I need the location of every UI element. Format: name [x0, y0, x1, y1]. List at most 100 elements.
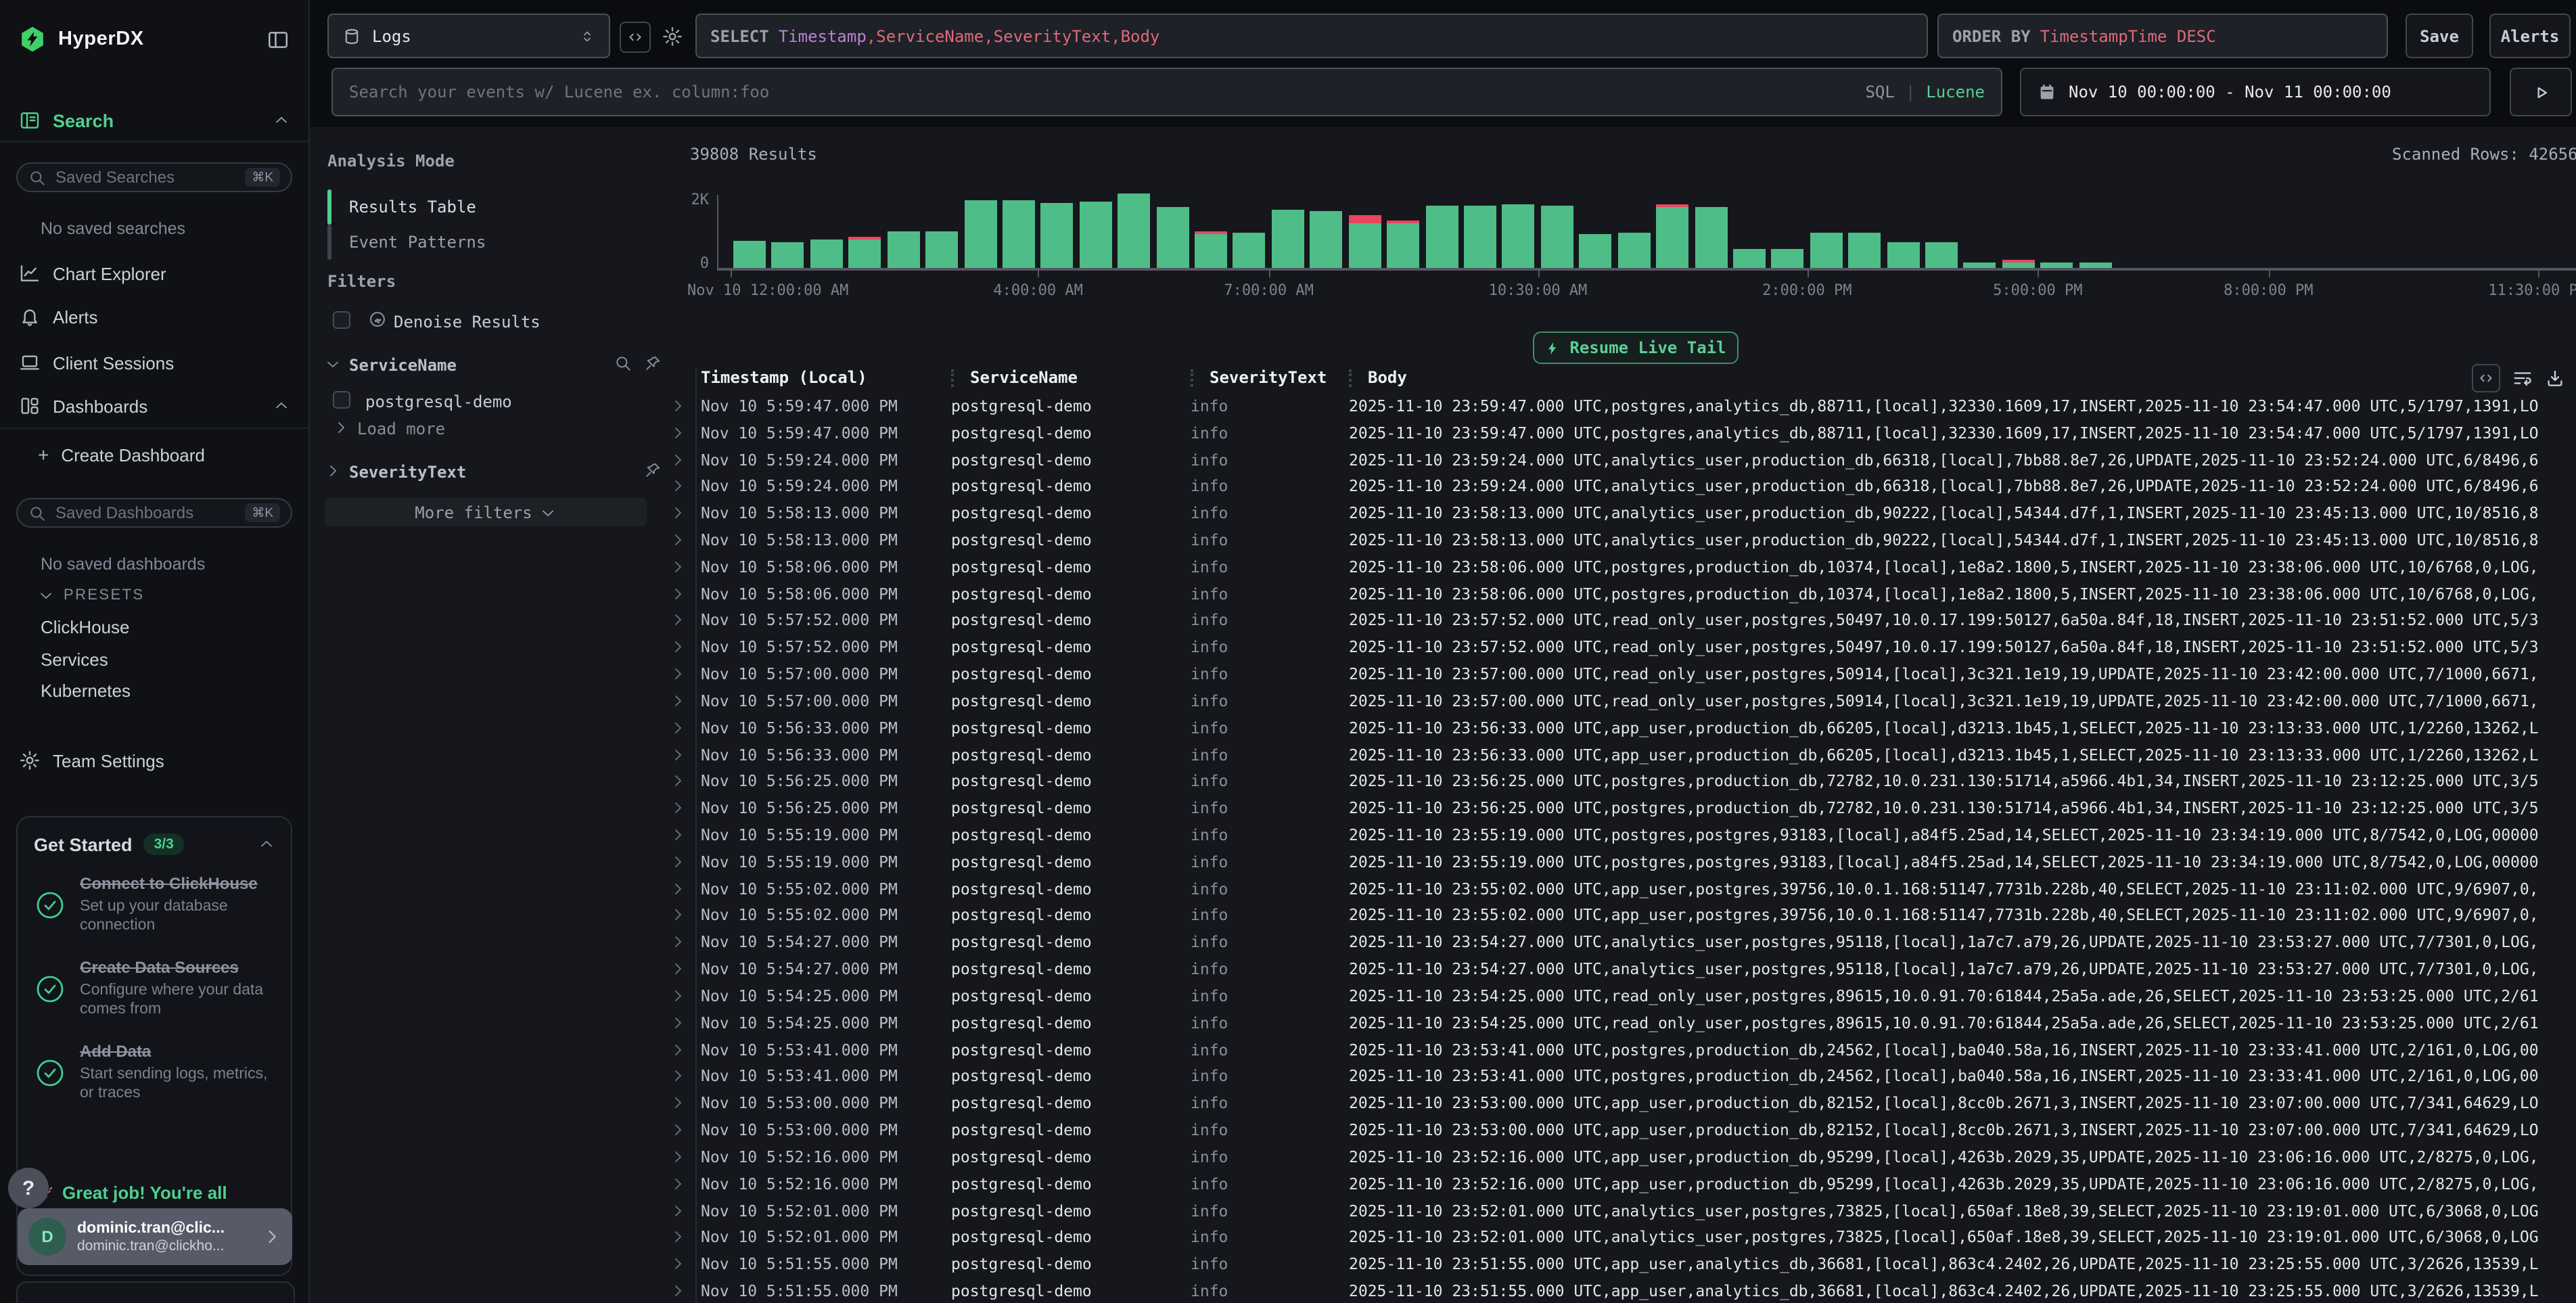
histogram-bar-error[interactable]: [2002, 260, 2035, 262]
log-row[interactable]: Nov 10 5:52:16.000 PMpostgresql-demoinfo…: [663, 1170, 2576, 1197]
log-row[interactable]: Nov 10 5:54:25.000 PMpostgresql-demoinfo…: [663, 1009, 2576, 1036]
log-row[interactable]: Nov 10 5:58:13.000 PMpostgresql-demoinfo…: [663, 526, 2576, 553]
load-more-button[interactable]: Load more: [357, 419, 445, 438]
filter-group-severitytext[interactable]: SeverityText: [349, 463, 466, 482]
chevron-up-icon[interactable]: [273, 398, 290, 414]
histogram-bar[interactable]: [849, 239, 881, 268]
help-button[interactable]: ?: [8, 1168, 49, 1208]
expand-row-icon[interactable]: [663, 773, 693, 790]
service-checkbox-postgresql-demo[interactable]: [333, 391, 350, 409]
histogram-bar[interactable]: [2079, 262, 2111, 268]
log-row[interactable]: Nov 10 5:52:01.000 PMpostgresql-demoinfo…: [663, 1197, 2576, 1224]
histogram-bar-error[interactable]: [849, 237, 881, 239]
histogram-bar[interactable]: [1080, 202, 1112, 268]
preset-dashboard-clickhouse[interactable]: ClickHouse: [41, 617, 130, 637]
log-row[interactable]: Nov 10 5:59:47.000 PMpostgresql-demoinfo…: [663, 392, 2576, 419]
expand-row-icon[interactable]: [663, 1122, 693, 1138]
histogram-bar-error[interactable]: [1348, 215, 1381, 223]
histogram-bar[interactable]: [1656, 207, 1688, 268]
expand-row-icon[interactable]: [663, 827, 693, 843]
histogram-bar[interactable]: [1579, 234, 1611, 268]
histogram-bar[interactable]: [1925, 242, 1958, 268]
log-row[interactable]: Nov 10 5:54:27.000 PMpostgresql-demoinfo…: [663, 955, 2576, 982]
more-filters-button[interactable]: More filters: [325, 498, 647, 526]
expand-row-icon[interactable]: [663, 639, 693, 656]
saved-dashboards-input[interactable]: Saved Dashboards ⌘K: [16, 498, 292, 528]
column-grip[interactable]: [1349, 369, 1352, 386]
histogram-bar[interactable]: [1195, 234, 1227, 268]
lucene-toggle[interactable]: Lucene: [1926, 83, 1985, 101]
histogram-bar[interactable]: [1772, 249, 1804, 268]
alerts-button[interactable]: Alerts: [2489, 14, 2571, 58]
chevron-up-icon[interactable]: [258, 836, 275, 852]
histogram-bar[interactable]: [1348, 223, 1381, 268]
service-option-postgresql-demo[interactable]: postgresql-demo: [365, 392, 512, 411]
histogram-bar[interactable]: [1003, 200, 1035, 268]
histogram-bar[interactable]: [1695, 207, 1727, 268]
histogram-bar[interactable]: [2041, 262, 2073, 268]
expand-row-icon[interactable]: [663, 746, 693, 762]
search-icon[interactable]: [614, 355, 632, 372]
log-row[interactable]: Nov 10 5:57:52.000 PMpostgresql-demoinfo…: [663, 607, 2576, 634]
sidebar-item-dashboards[interactable]: Dashboards: [0, 392, 308, 419]
histogram-bar[interactable]: [810, 239, 843, 268]
preset-dashboard-kubernetes[interactable]: Kubernetes: [41, 681, 131, 701]
preset-dashboard-services[interactable]: Services: [41, 649, 108, 670]
get-started-step[interactable]: Add DataStart sending logs, metrics, or …: [34, 1042, 275, 1103]
histogram-bar[interactable]: [1810, 233, 1843, 268]
log-row[interactable]: Nov 10 5:56:25.000 PMpostgresql-demoinfo…: [663, 795, 2576, 822]
histogram-bar[interactable]: [1733, 249, 1766, 268]
pin-icon[interactable]: [644, 461, 662, 479]
log-row[interactable]: Nov 10 5:54:27.000 PMpostgresql-demoinfo…: [663, 929, 2576, 956]
column-config-button[interactable]: [2472, 363, 2500, 392]
expand-row-icon[interactable]: [663, 880, 693, 896]
log-row[interactable]: Nov 10 5:53:41.000 PMpostgresql-demoinfo…: [663, 1063, 2576, 1090]
log-row[interactable]: Nov 10 5:55:02.000 PMpostgresql-demoinfo…: [663, 902, 2576, 929]
log-row[interactable]: Nov 10 5:59:47.000 PMpostgresql-demoinfo…: [663, 419, 2576, 447]
histogram-bar[interactable]: [1118, 193, 1150, 268]
log-row[interactable]: Nov 10 5:56:33.000 PMpostgresql-demoinfo…: [663, 714, 2576, 741]
log-row[interactable]: Nov 10 5:59:24.000 PMpostgresql-demoinfo…: [663, 446, 2576, 473]
histogram-bar[interactable]: [925, 231, 958, 268]
column-header-servicename[interactable]: ServiceName: [943, 368, 1182, 387]
histogram-bar[interactable]: [1541, 206, 1573, 268]
log-row[interactable]: Nov 10 5:56:25.000 PMpostgresql-demoinfo…: [663, 768, 2576, 795]
histogram-bar[interactable]: [964, 200, 996, 268]
order-by-input[interactable]: ORDER BY TimestampTime DESC: [1937, 14, 2388, 58]
download-icon[interactable]: [2545, 367, 2565, 388]
expand-row-icon[interactable]: [663, 505, 693, 521]
log-row[interactable]: Nov 10 5:56:33.000 PMpostgresql-demoinfo…: [663, 741, 2576, 768]
log-row[interactable]: Nov 10 5:58:13.000 PMpostgresql-demoinfo…: [663, 500, 2576, 527]
log-row[interactable]: Nov 10 5:57:00.000 PMpostgresql-demoinfo…: [663, 660, 2576, 687]
log-row[interactable]: Nov 10 5:55:19.000 PMpostgresql-demoinfo…: [663, 821, 2576, 848]
wrap-lines-icon[interactable]: [2512, 367, 2533, 388]
histogram-bar[interactable]: [1502, 204, 1535, 268]
expand-row-icon[interactable]: [663, 907, 693, 923]
expand-row-icon[interactable]: [663, 719, 693, 735]
expand-row-icon[interactable]: [663, 961, 693, 977]
analysis-mode-results-table[interactable]: Results Table: [349, 189, 476, 225]
saved-searches-input[interactable]: Saved Searches ⌘K: [16, 162, 292, 192]
expand-row-icon[interactable]: [663, 1256, 693, 1272]
expand-row-icon[interactable]: [663, 666, 693, 682]
histogram-bar[interactable]: [887, 231, 919, 268]
presets-toggle[interactable]: PRESETS: [0, 585, 308, 606]
column-header-timestamp[interactable]: Timestamp (Local): [693, 368, 943, 387]
profile-menu[interactable]: D dominic.tran@clic... dominic.tran@clic…: [18, 1208, 292, 1265]
histogram-bar[interactable]: [1464, 206, 1496, 268]
expand-row-icon[interactable]: [663, 1229, 693, 1245]
pin-icon[interactable]: [644, 355, 662, 372]
histogram-bar[interactable]: [772, 242, 804, 268]
log-row[interactable]: Nov 10 5:53:00.000 PMpostgresql-demoinfo…: [663, 1116, 2576, 1143]
column-grip[interactable]: [1191, 369, 1193, 386]
expand-row-icon[interactable]: [663, 854, 693, 870]
denoise-checkbox[interactable]: [333, 311, 350, 329]
expand-row-icon[interactable]: [663, 478, 693, 495]
sidebar-item-client-sessions[interactable]: Client Sessions: [0, 349, 308, 376]
sql-toggle[interactable]: SQL: [1865, 83, 1894, 101]
expand-row-icon[interactable]: [663, 398, 693, 414]
expand-row-icon[interactable]: [663, 693, 693, 709]
expand-row-icon[interactable]: [663, 934, 693, 951]
expand-row-icon[interactable]: [663, 1041, 693, 1057]
log-row[interactable]: Nov 10 5:51:55.000 PMpostgresql-demoinfo…: [663, 1250, 2576, 1277]
